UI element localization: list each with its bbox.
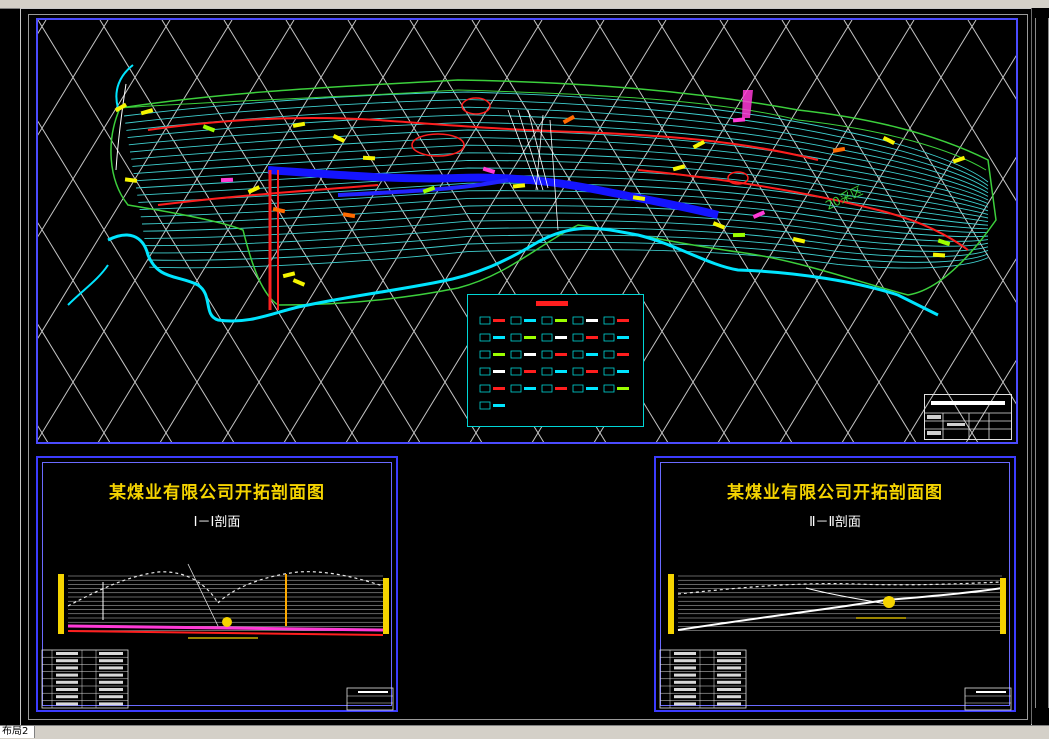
coal-seam-left-2 bbox=[67, 630, 384, 636]
river-branch bbox=[115, 64, 134, 109]
vertical-scrollbar[interactable] bbox=[1031, 8, 1049, 724]
section-right-title-block bbox=[964, 687, 1012, 711]
scrollbar-thumb[interactable] bbox=[1035, 18, 1049, 708]
layout-tab[interactable]: 布局2 bbox=[0, 726, 36, 738]
goaf-area-1 bbox=[461, 97, 491, 115]
boundary-line-white bbox=[115, 83, 127, 171]
legend-drawing bbox=[479, 301, 629, 410]
roadway-right bbox=[805, 587, 887, 605]
scale-ruler-left-b bbox=[383, 578, 389, 634]
legend-items bbox=[479, 316, 629, 410]
shaft-bottom-left bbox=[222, 617, 232, 627]
mining-area-label: 20采区 bbox=[823, 183, 865, 212]
section-panel-left[interactable]: 某煤业有限公司开拓剖面图 Ⅰ－Ⅰ剖面 bbox=[36, 456, 398, 712]
title-block bbox=[924, 394, 1012, 440]
section-left-title-block bbox=[346, 687, 394, 711]
legend-panel bbox=[467, 294, 644, 427]
plan-viewport[interactable]: 20采区 bbox=[36, 18, 1018, 444]
status-bar: 布局2 bbox=[0, 725, 1049, 739]
goaf-area-2 bbox=[411, 133, 465, 157]
coal-seam-right bbox=[677, 587, 1003, 631]
river-branch-2 bbox=[67, 264, 109, 306]
section-left-drawing bbox=[41, 563, 394, 711]
shaft-bottom-right bbox=[883, 596, 895, 608]
ground-profile-right bbox=[677, 581, 1003, 595]
mine-boundary bbox=[110, 79, 997, 306]
magenta-area bbox=[742, 90, 753, 118]
scale-ruler-left-a bbox=[58, 574, 64, 634]
section-right-drawing bbox=[659, 574, 1012, 711]
shaft-fans bbox=[507, 109, 559, 231]
legend-title-bar bbox=[536, 301, 568, 306]
borehole-left-3 bbox=[187, 563, 219, 627]
scale-ruler-right-b bbox=[1000, 578, 1006, 634]
section-right-table bbox=[659, 649, 747, 709]
section-panel-right[interactable]: 某煤业有限公司开拓剖面图 Ⅱ－Ⅱ剖面 bbox=[654, 456, 1016, 712]
section-left-table bbox=[41, 649, 129, 709]
scale-ruler-right-a bbox=[668, 574, 674, 634]
title-block-drawing bbox=[925, 401, 1011, 439]
